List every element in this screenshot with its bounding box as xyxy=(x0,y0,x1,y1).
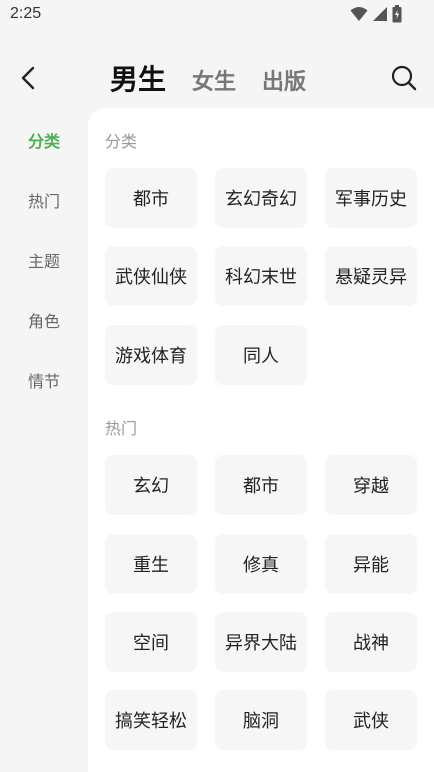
chip[interactable]: 科幻末世 xyxy=(215,246,307,306)
header: 男生 女生 出版 xyxy=(0,48,434,108)
chip[interactable]: 悬疑灵异 xyxy=(325,246,417,306)
chip[interactable]: 脑洞 xyxy=(215,690,307,750)
tab-female[interactable]: 女生 xyxy=(192,64,236,96)
signal-icon xyxy=(373,7,387,21)
chip[interactable]: 空间 xyxy=(105,612,197,672)
sidebar-item-theme[interactable]: 主题 xyxy=(0,248,88,272)
chip[interactable]: 玄幻奇幻 xyxy=(215,168,307,228)
chip[interactable]: 搞笑轻松 xyxy=(105,690,197,750)
chip[interactable]: 同人 xyxy=(215,325,307,385)
gender-tabs: 男生 女生 出版 xyxy=(110,58,306,98)
chip[interactable]: 武侠 xyxy=(325,690,417,750)
sidebar-item-role[interactable]: 角色 xyxy=(0,308,88,332)
chip[interactable]: 异界大陆 xyxy=(215,612,307,672)
section-title: 热门 xyxy=(105,419,138,438)
section-title: 分类 xyxy=(105,132,138,151)
back-button[interactable] xyxy=(14,62,42,94)
sidebar-item-hot[interactable]: 热门 xyxy=(0,188,88,212)
content-panel: 分类 都市 玄幻奇幻 军事历史 武侠仙侠 科幻末世 悬疑灵异 游戏体育 同人 热… xyxy=(88,108,434,772)
chip[interactable]: 玄幻 xyxy=(105,455,197,515)
chip[interactable]: 游戏体育 xyxy=(105,325,197,385)
search-icon xyxy=(391,65,417,91)
chip[interactable]: 异能 xyxy=(325,534,417,594)
back-arrow-icon xyxy=(21,66,35,90)
chip[interactable]: 军事历史 xyxy=(325,168,417,228)
chip[interactable]: 武侠仙侠 xyxy=(105,246,197,306)
chip[interactable]: 战神 xyxy=(325,612,417,672)
chip[interactable]: 重生 xyxy=(105,534,197,594)
status-icons xyxy=(350,5,402,23)
battery-icon xyxy=(392,5,402,23)
chip[interactable]: 都市 xyxy=(105,168,197,228)
sidebar-item-category[interactable]: 分类 xyxy=(0,128,88,152)
sidebar: 分类 热门 主题 角色 情节 xyxy=(0,108,88,772)
wifi-icon xyxy=(350,7,368,21)
status-time: 2:25 xyxy=(10,5,42,22)
status-bar: 2:25 xyxy=(0,0,434,32)
chip[interactable]: 都市 xyxy=(215,455,307,515)
tab-male[interactable]: 男生 xyxy=(110,58,166,98)
chip[interactable]: 修真 xyxy=(215,534,307,594)
tab-publish[interactable]: 出版 xyxy=(262,64,306,96)
chip[interactable]: 穿越 xyxy=(325,455,417,515)
search-button[interactable] xyxy=(390,64,418,92)
sidebar-item-plot[interactable]: 情节 xyxy=(0,368,88,392)
